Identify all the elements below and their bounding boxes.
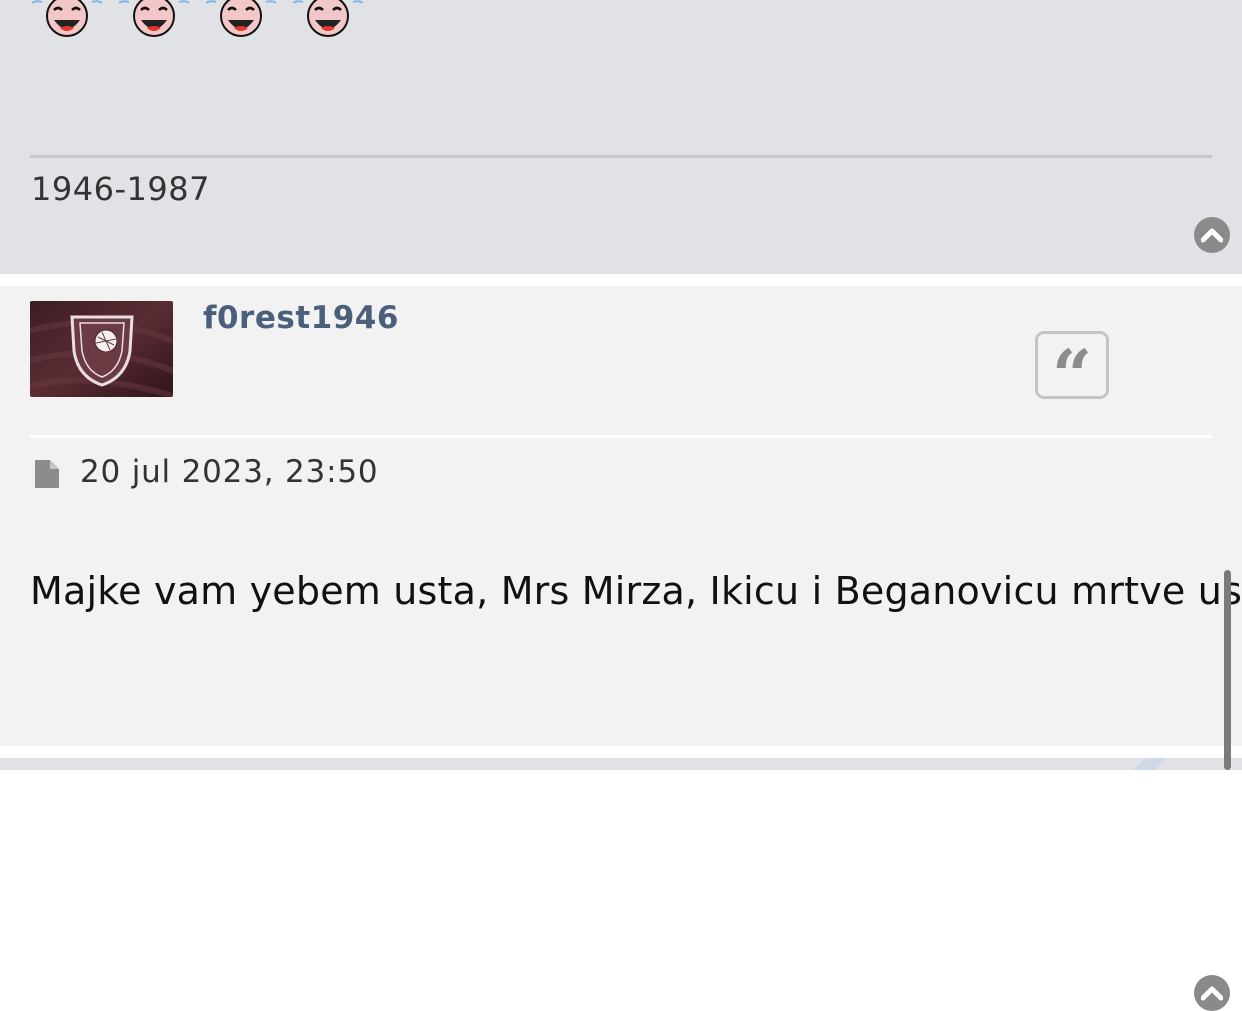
laughing-smiley-icon bbox=[205, 0, 277, 38]
post-date: 20 jul 2023, 23:50 bbox=[80, 454, 379, 490]
previous-post: 1946-1987 bbox=[0, 0, 1242, 274]
laughing-smiley-icon bbox=[292, 0, 364, 38]
back-to-top-button[interactable] bbox=[1194, 217, 1230, 253]
avatar[interactable] bbox=[30, 301, 173, 397]
chevron-up-icon bbox=[1201, 986, 1223, 1001]
post-header-divider bbox=[30, 435, 1212, 438]
post-content: Majke vam yebem usta, Mrs Mirza, Ikicu i… bbox=[30, 569, 1242, 613]
current-post: f0rest1946 “ 20 jul 2023, 23:50 Majke va… bbox=[0, 286, 1242, 1011]
smiley-row bbox=[31, 0, 364, 38]
chevron-up-icon bbox=[1201, 228, 1223, 243]
decorative-stripe bbox=[1120, 758, 1180, 770]
laughing-smiley-icon bbox=[118, 0, 190, 38]
back-to-top-button[interactable] bbox=[1194, 975, 1230, 1011]
signature-text: 1946-1987 bbox=[31, 170, 210, 208]
quote-icon: “ bbox=[1051, 334, 1093, 417]
scrollbar[interactable] bbox=[1224, 570, 1231, 770]
next-post bbox=[0, 758, 1242, 770]
document-icon[interactable] bbox=[33, 458, 61, 494]
laughing-smiley-icon bbox=[31, 0, 103, 38]
signature-divider bbox=[30, 155, 1212, 158]
username-link[interactable]: f0rest1946 bbox=[203, 300, 399, 336]
quote-button[interactable]: “ bbox=[1035, 331, 1109, 411]
